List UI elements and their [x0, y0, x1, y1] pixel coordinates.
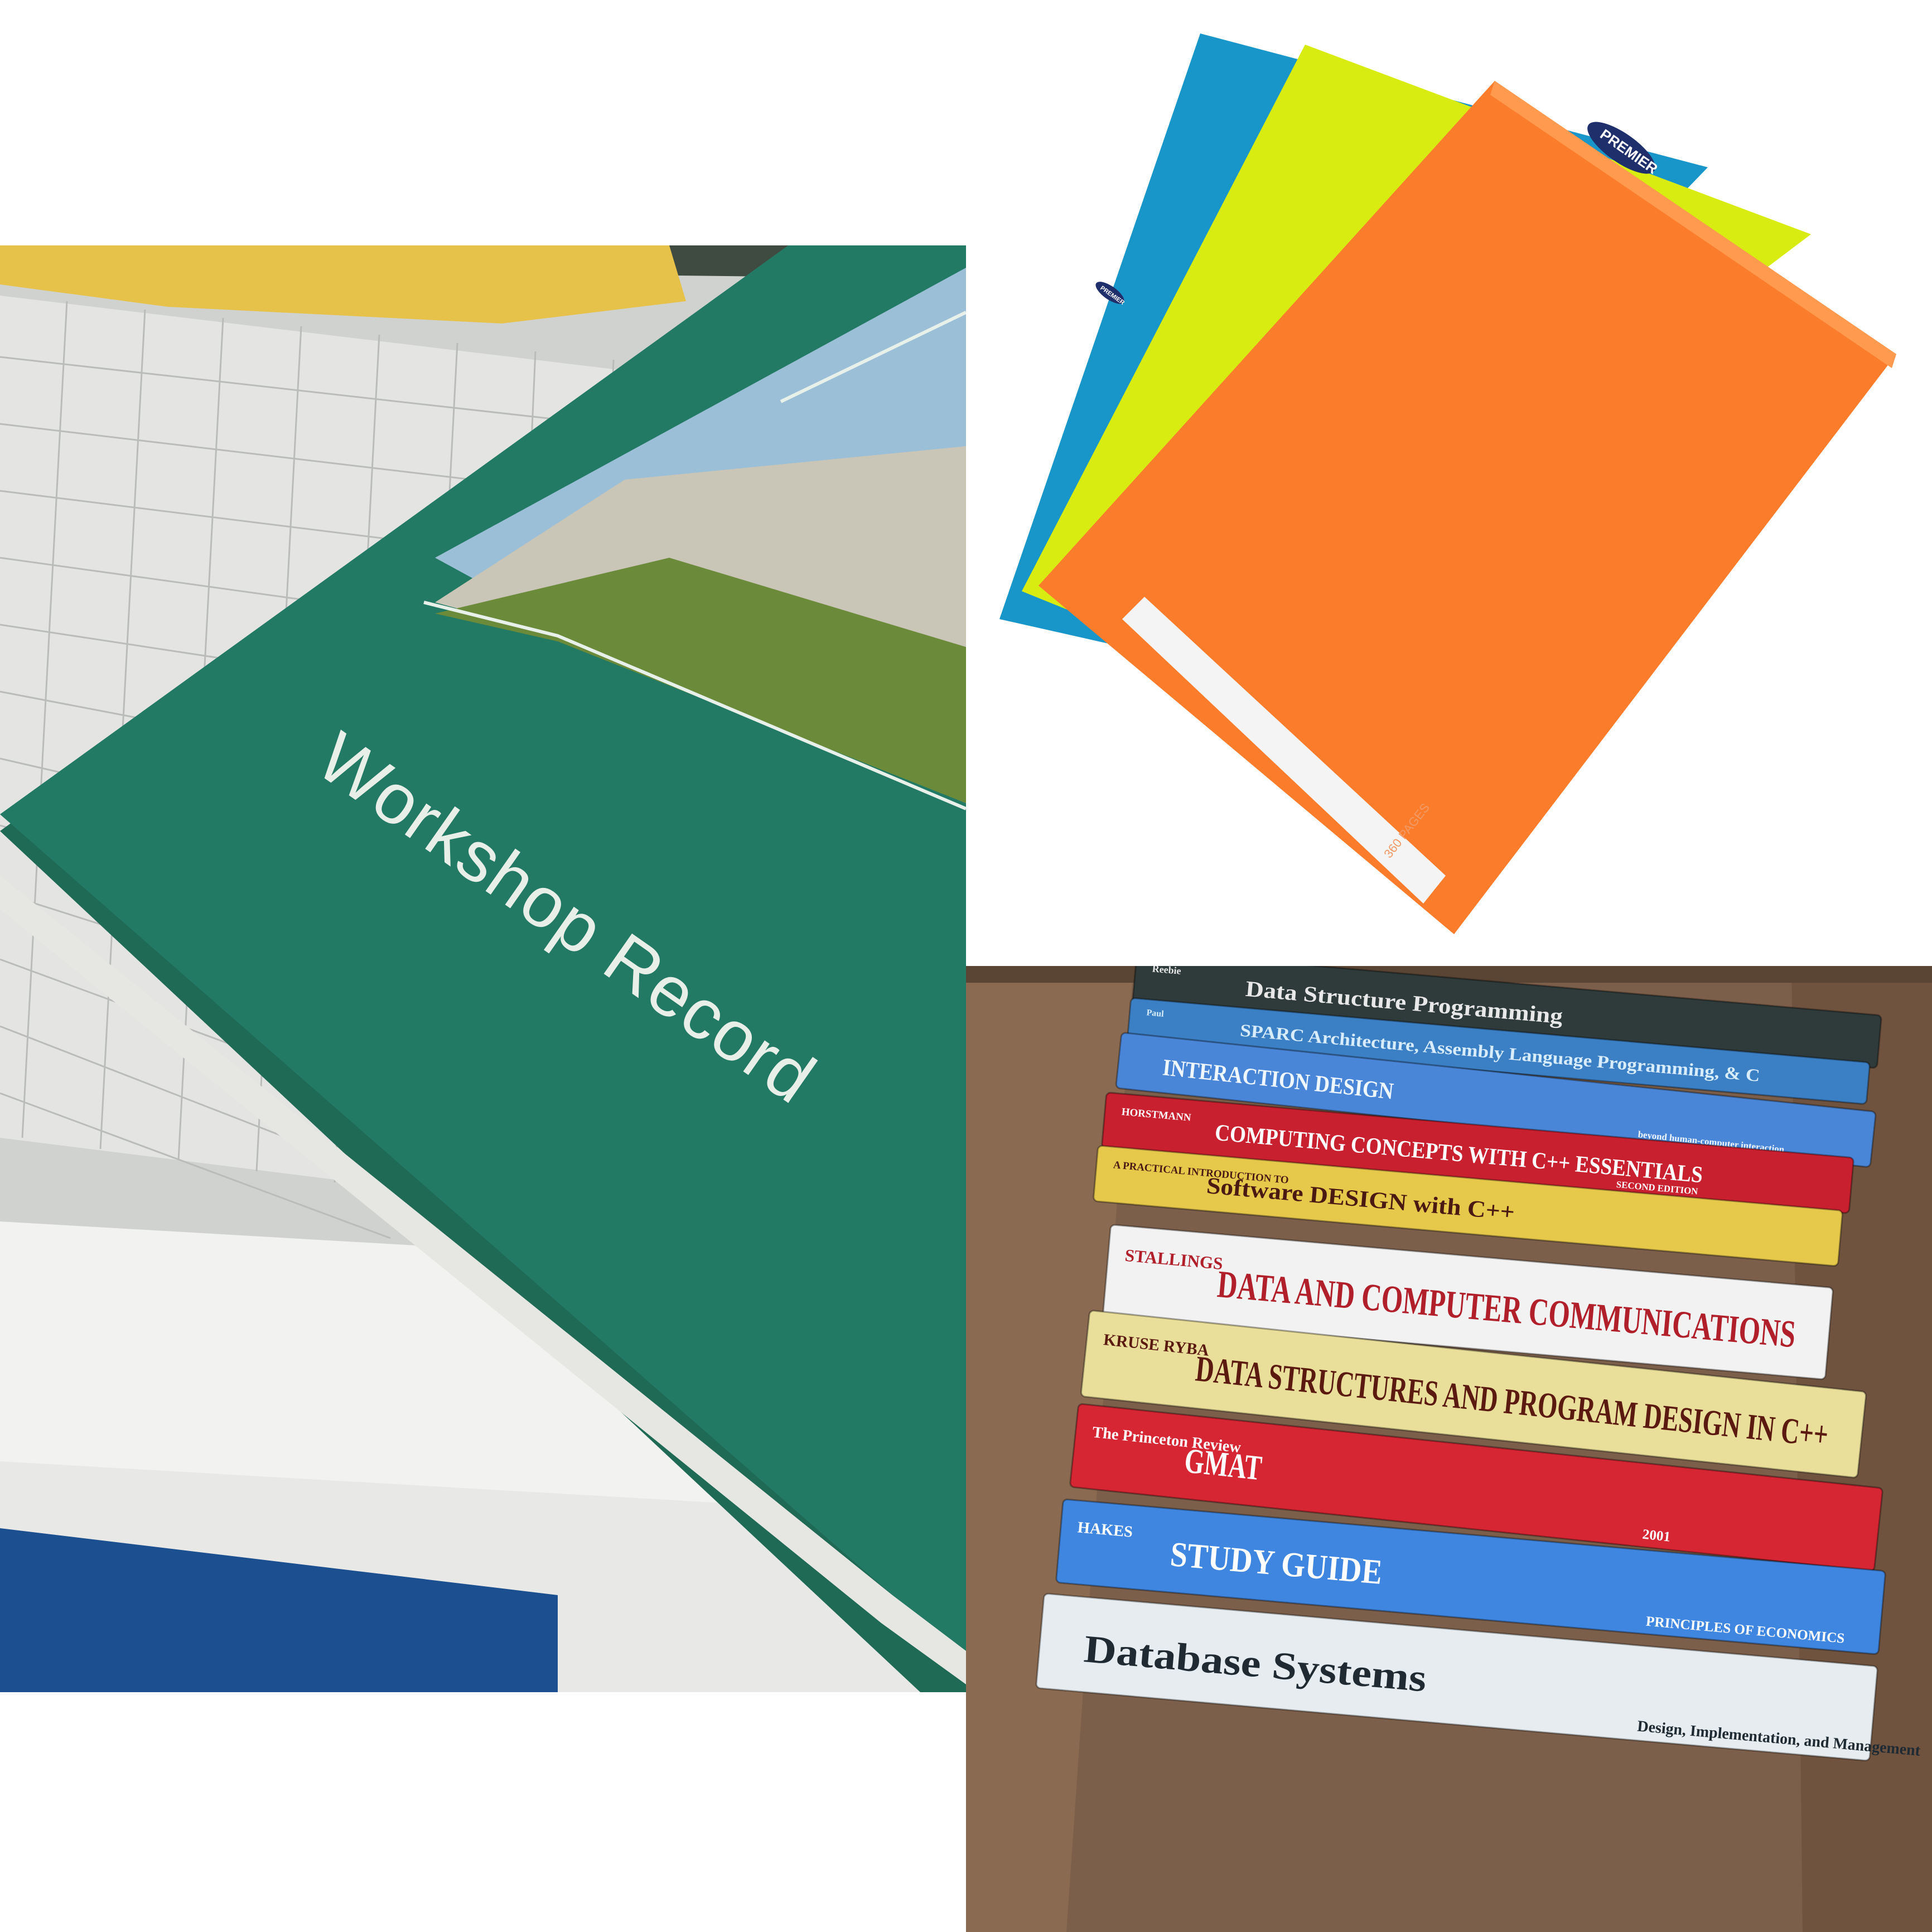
workshop-record-scene: Workshop Record — [0, 245, 966, 1692]
spine-title: GMAT — [1183, 1441, 1264, 1487]
notebooks-scene: 360 PAGES PREMIER PREMIER — [999, 33, 1896, 934]
textbooks-scene: ReebieData Structure ProgrammingPaulSPAR… — [966, 966, 1932, 1932]
spine-author: Paul — [1146, 1008, 1165, 1019]
workshop-record-photo: Workshop Record — [0, 245, 966, 1692]
hardcover-notebooks-photo: 360 PAGES PREMIER PREMIER — [966, 0, 1932, 966]
textbooks-box-photo: Reebie Data Structure Programming Paul SPAR… — [966, 966, 1932, 1932]
book-spines: ReebieData Structure ProgrammingPaulSPAR… — [1035, 966, 1921, 1761]
spine-subtitle: 2001 — [1641, 1527, 1671, 1545]
